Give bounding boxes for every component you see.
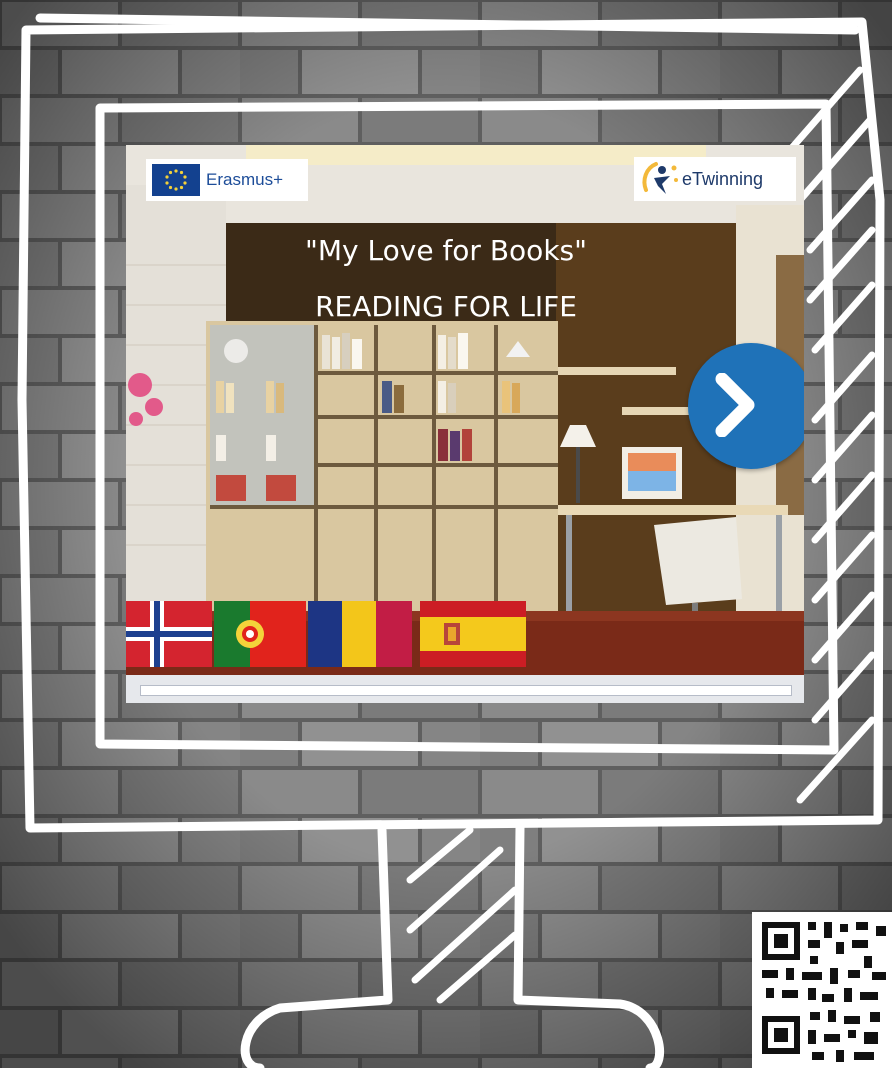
- slide-progress-bar: [126, 675, 804, 703]
- etwinning-label: eTwinning: [682, 168, 764, 189]
- slide-title: "My Love for Books" READING FOR LIFE: [226, 223, 666, 335]
- portugal-flag-icon: [214, 601, 306, 667]
- erasmus-label: Erasmus+: [206, 170, 283, 189]
- etwinning-icon: [642, 162, 678, 194]
- next-slide-button[interactable]: [688, 343, 804, 469]
- chevron-right-icon: [715, 373, 755, 437]
- norway-flag-icon: [126, 601, 212, 667]
- slide-screen: Erasmus+ eTwinning "My Love for Books" R…: [126, 145, 804, 703]
- eu-flag-icon: [152, 164, 200, 196]
- romania-flag-icon: [308, 601, 412, 667]
- title-line-1: "My Love for Books": [305, 234, 587, 267]
- spain-flag-icon: [420, 601, 526, 667]
- progress-track: [140, 685, 792, 696]
- title-line-2: READING FOR LIFE: [315, 290, 577, 323]
- erasmus-plus-logo: Erasmus+: [146, 159, 308, 201]
- etwinning-logo: eTwinning: [634, 157, 796, 201]
- qr-code: [752, 912, 892, 1068]
